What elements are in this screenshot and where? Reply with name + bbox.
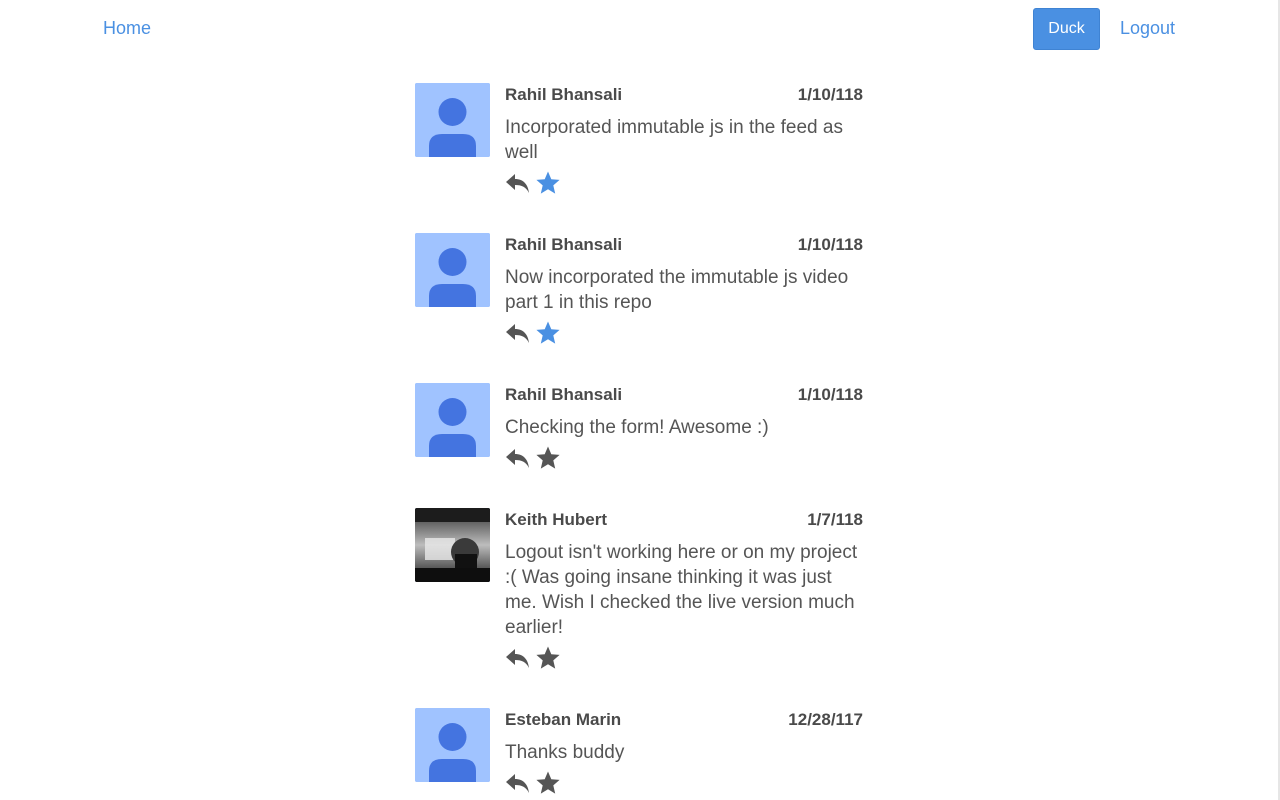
duck-text: Checking the form! Awesome :) <box>505 417 769 438</box>
duck-body: Rahil Bhansali 1/10/118 Incorporated imm… <box>505 83 863 199</box>
duck-text: Logout isn't working here or on my proje… <box>505 542 858 638</box>
duck-body: Rahil Bhansali 1/10/118 Now incorporated… <box>505 233 863 349</box>
duck-text: Now incorporated the immutable js video … <box>505 267 849 313</box>
duck-header: Rahil Bhansali 1/10/118 <box>505 383 863 409</box>
avatar <box>415 233 490 307</box>
duck-date: 1/10/118 <box>797 385 863 404</box>
duck-date: 12/28/117 <box>788 710 863 729</box>
duck-date: 1/10/118 <box>797 235 863 254</box>
duck-body: Keith Hubert 1/7/118 Logout isn't workin… <box>505 508 863 674</box>
reply-icon[interactable] <box>505 770 531 796</box>
duck-header: Rahil Bhansali 1/10/118 <box>505 233 863 259</box>
reply-icon[interactable] <box>505 445 531 471</box>
logout-link[interactable]: Logout <box>1120 18 1175 39</box>
avatar <box>415 83 490 157</box>
duck-body: Esteban Marin 12/28/117 Thanks buddy <box>505 708 863 799</box>
duck-actions <box>505 442 863 474</box>
author-name: Rahil Bhansali <box>505 235 623 254</box>
duck-date: 1/7/118 <box>807 510 863 529</box>
duck-actions <box>505 167 863 199</box>
duck-actions <box>505 767 863 799</box>
page: Home Duck Logout Rahil Bhansali 1/10/118… <box>0 0 1280 800</box>
star-icon[interactable] <box>535 320 561 346</box>
duck-text: Thanks buddy <box>505 742 625 763</box>
duck-header: Esteban Marin 12/28/117 <box>505 708 863 734</box>
home-link[interactable]: Home <box>103 18 151 39</box>
top-nav: Home Duck Logout <box>0 0 1280 58</box>
duck-actions <box>505 317 863 349</box>
reply-icon[interactable] <box>505 170 531 196</box>
author-name: Keith Hubert <box>505 510 607 529</box>
reply-icon[interactable] <box>505 320 531 346</box>
star-icon[interactable] <box>535 170 561 196</box>
duck-header: Keith Hubert 1/7/118 <box>505 508 863 534</box>
duck-feed: Rahil Bhansali 1/10/118 Incorporated imm… <box>415 83 865 800</box>
duck-post[interactable]: Keith Hubert 1/7/118 Logout isn't workin… <box>415 508 865 674</box>
duck-text: Incorporated immutable js in the feed as… <box>505 117 843 163</box>
avatar <box>415 383 490 457</box>
author-name: Rahil Bhansali <box>505 85 623 104</box>
reply-icon[interactable] <box>505 645 531 671</box>
avatar <box>415 508 490 582</box>
star-icon[interactable] <box>535 645 561 671</box>
duck-post[interactable]: Esteban Marin 12/28/117 Thanks buddy <box>415 708 865 799</box>
duck-post[interactable]: Rahil Bhansali 1/10/118 Incorporated imm… <box>415 83 865 199</box>
avatar <box>415 708 490 782</box>
duck-date: 1/10/118 <box>797 85 863 104</box>
star-icon[interactable] <box>535 445 561 471</box>
duck-post[interactable]: Rahil Bhansali 1/10/118 Now incorporated… <box>415 233 865 349</box>
author-name: Esteban Marin <box>505 710 622 729</box>
duck-button[interactable]: Duck <box>1033 8 1100 50</box>
duck-body: Rahil Bhansali 1/10/118 Checking the for… <box>505 383 863 474</box>
duck-header: Rahil Bhansali 1/10/118 <box>505 83 863 109</box>
duck-post[interactable]: Rahil Bhansali 1/10/118 Checking the for… <box>415 383 865 474</box>
duck-actions <box>505 642 863 674</box>
author-name: Rahil Bhansali <box>505 385 623 404</box>
star-icon[interactable] <box>535 770 561 796</box>
